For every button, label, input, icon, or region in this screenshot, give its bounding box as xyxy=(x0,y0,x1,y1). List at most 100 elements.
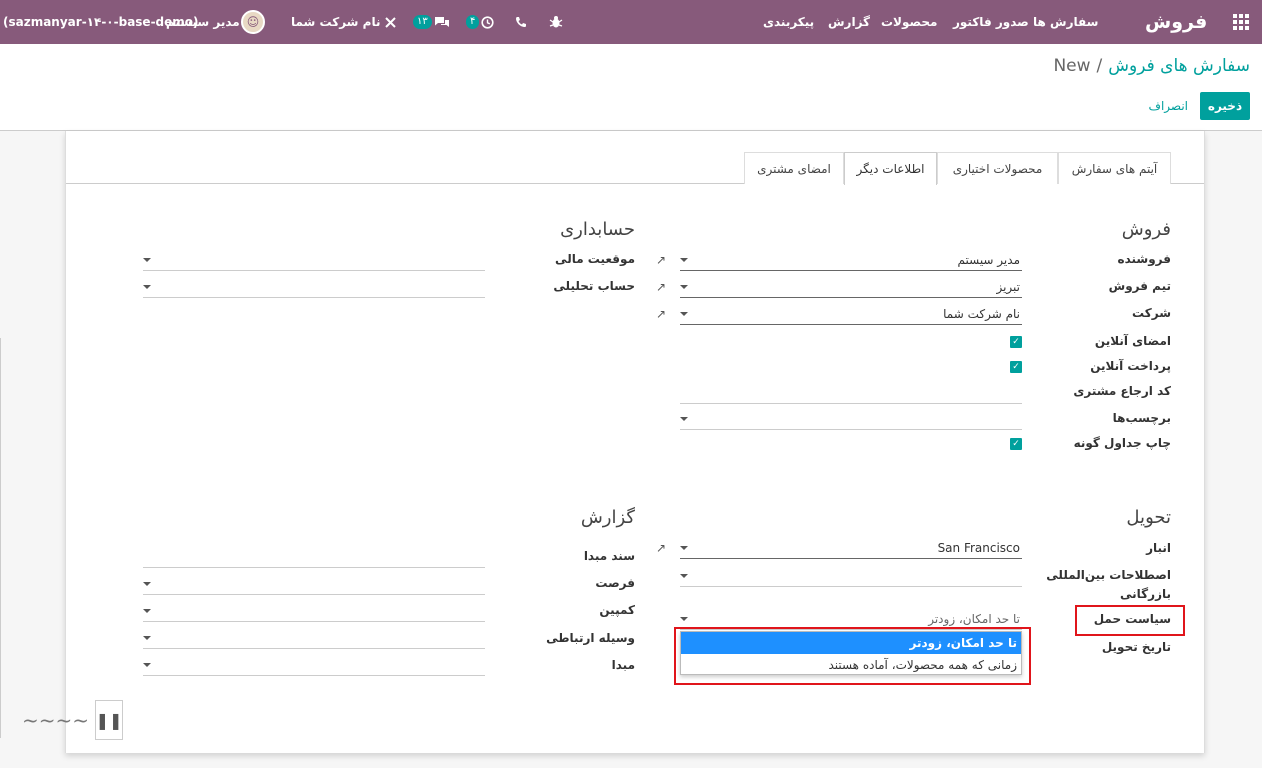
external-link-icon[interactable]: ↗ xyxy=(654,307,668,321)
tab-customer-signature[interactable]: امضای مشتری xyxy=(744,152,844,184)
warehouse-field[interactable]: San Francisco xyxy=(680,537,1022,559)
menu-configuration[interactable]: پیکربندی xyxy=(763,0,814,44)
database-name: (sazmanyar-۱۴-۰-base-demo) xyxy=(3,15,199,29)
external-link-icon[interactable]: ↗ xyxy=(654,541,668,555)
activities-count-badge: ۴ xyxy=(466,15,480,29)
apps-menu-icon[interactable] xyxy=(1233,0,1249,44)
warehouse-value: San Francisco xyxy=(937,540,1020,555)
opportunity-input[interactable] xyxy=(143,573,485,595)
breadcrumb: سفارش های فروش/New xyxy=(1053,56,1250,76)
chevron-down-icon[interactable] xyxy=(680,617,688,621)
divider xyxy=(0,338,1,738)
shipping-policy-value: تا حد امکان، زودتر xyxy=(928,611,1020,626)
medium-input[interactable] xyxy=(143,627,485,649)
chevron-down-icon[interactable] xyxy=(143,285,151,289)
sales-team-label: تیم فروش xyxy=(1108,279,1171,293)
salesperson-label: فروشنده xyxy=(1117,252,1172,266)
tools-icon[interactable] xyxy=(384,0,397,44)
campaign-label: کمپین xyxy=(599,603,635,617)
fiscal-position-label: موقعیت مالی xyxy=(555,252,635,266)
chevron-down-icon[interactable] xyxy=(680,258,688,262)
bug-icon[interactable] xyxy=(549,0,563,44)
sales-team-field[interactable]: تبریز xyxy=(680,276,1022,298)
report-section-title: گزارش xyxy=(580,507,635,528)
source-input[interactable] xyxy=(143,654,485,676)
watermark-script: ~~~~ xyxy=(22,708,90,732)
delivery-date-label: تاریخ تحویل xyxy=(1101,640,1171,654)
chevron-down-icon[interactable] xyxy=(143,663,151,667)
app-title[interactable]: فروش xyxy=(1145,0,1207,44)
analytic-account-input[interactable] xyxy=(143,276,485,298)
menu-reporting[interactable]: گزارش xyxy=(828,0,870,44)
tab-other-info[interactable]: اطلاعات دیگر xyxy=(844,152,937,185)
chevron-down-icon[interactable] xyxy=(143,258,151,262)
sales-section-title: فروش xyxy=(1121,219,1171,240)
shipping-policy-option[interactable]: زمانی که همه محصولات، آماده هستند xyxy=(681,654,1021,676)
messages-count-badge: ۱۳ xyxy=(413,15,432,29)
external-link-icon[interactable]: ↗ xyxy=(654,253,668,267)
campaign-input[interactable] xyxy=(143,600,485,622)
chevron-down-icon[interactable] xyxy=(143,636,151,640)
shipping-policy-option[interactable]: تا حد امکان، زودتر xyxy=(681,632,1021,654)
menu-orders[interactable]: سفارش ها xyxy=(1033,0,1098,44)
incoterm-input[interactable] xyxy=(680,565,1022,587)
tab-order-lines[interactable]: آیتم های سفارش xyxy=(1058,152,1171,184)
chevron-down-icon[interactable] xyxy=(680,312,688,316)
breadcrumb-current: New xyxy=(1053,56,1091,76)
discard-button[interactable]: انصراف xyxy=(1149,92,1188,120)
sales-team-value: تبریز xyxy=(996,279,1020,294)
tab-optional-products[interactable]: محصولات اختیاری xyxy=(937,152,1058,184)
top-navbar: فروش سفارش ها صدور فاکتور محصولات گزارش … xyxy=(0,0,1262,44)
chevron-down-icon[interactable] xyxy=(680,285,688,289)
company-switcher[interactable]: نام شرکت شما xyxy=(291,0,380,44)
watermark-icon: ❚❚ xyxy=(95,700,124,740)
breadcrumb-separator: / xyxy=(1096,56,1103,76)
chat-icon xyxy=(434,16,449,27)
warehouse-label: انبار xyxy=(1146,541,1171,555)
print-grid-checkbox[interactable]: ✓ xyxy=(1010,438,1022,450)
tags-label: برچسب‌ها xyxy=(1112,411,1171,425)
chevron-down-icon[interactable] xyxy=(143,609,151,613)
chevron-down-icon[interactable] xyxy=(680,417,688,421)
menu-invoicing[interactable]: صدور فاکتور xyxy=(953,0,1029,44)
shipping-policy-dropdown: تا حد امکان، زودتر زمانی که همه محصولات،… xyxy=(680,631,1022,675)
salesperson-field[interactable]: مدیر سیستم xyxy=(680,249,1022,271)
tags-input[interactable] xyxy=(680,408,1022,430)
chevron-down-icon[interactable] xyxy=(680,574,688,578)
chevron-down-icon[interactable] xyxy=(143,582,151,586)
company-value: نام شرکت شما xyxy=(943,306,1020,321)
fiscal-position-input[interactable] xyxy=(143,249,485,271)
user-avatar[interactable]: ☺ xyxy=(241,0,265,44)
analytic-account-label: حساب تحلیلی xyxy=(553,279,635,293)
source-document-input[interactable] xyxy=(143,546,485,568)
accounting-section-title: حسابداری xyxy=(560,219,635,240)
menu-products[interactable]: محصولات xyxy=(881,0,937,44)
medium-label: وسیله ارتباطی xyxy=(546,631,635,645)
online-signature-label: امضای آنلاین xyxy=(1094,334,1171,348)
activities-menu[interactable]: ۴ xyxy=(466,0,494,44)
source-label: مبدا xyxy=(611,658,635,672)
company-label: شرکت xyxy=(1132,306,1171,320)
external-link-icon[interactable]: ↗ xyxy=(654,280,668,294)
customer-reference-input[interactable] xyxy=(680,382,1022,404)
incoterm-label-line1: اصطلاحات بین‌المللی xyxy=(1046,568,1171,582)
delivery-section-title: تحویل xyxy=(1126,507,1171,528)
watermark-logo: ~~~~ ❚❚ xyxy=(22,700,124,740)
clock-icon xyxy=(481,15,494,29)
opportunity-label: فرصت xyxy=(595,576,635,590)
messages-menu[interactable]: ۱۳ xyxy=(413,0,450,44)
online-payment-label: پرداخت آنلاین xyxy=(1090,359,1171,373)
incoterm-label-line2: بازرگانی xyxy=(1120,587,1171,601)
online-payment-checkbox[interactable]: ✓ xyxy=(1010,361,1022,373)
salesperson-value: مدیر سیستم xyxy=(957,252,1021,267)
breadcrumb-parent[interactable]: سفارش های فروش xyxy=(1108,56,1250,76)
shipping-policy-label: سیاست حمل xyxy=(1093,612,1171,626)
avatar-icon: ☺ xyxy=(241,10,265,34)
print-grid-label: چاپ جداول گونه xyxy=(1073,436,1171,450)
company-field[interactable]: نام شرکت شما xyxy=(680,303,1022,325)
phone-icon[interactable] xyxy=(515,0,527,44)
chevron-down-icon[interactable] xyxy=(680,546,688,550)
save-button[interactable]: ذخیره xyxy=(1200,92,1250,120)
online-signature-checkbox[interactable]: ✓ xyxy=(1010,336,1022,348)
source-document-label: سند مبدا xyxy=(583,549,635,563)
